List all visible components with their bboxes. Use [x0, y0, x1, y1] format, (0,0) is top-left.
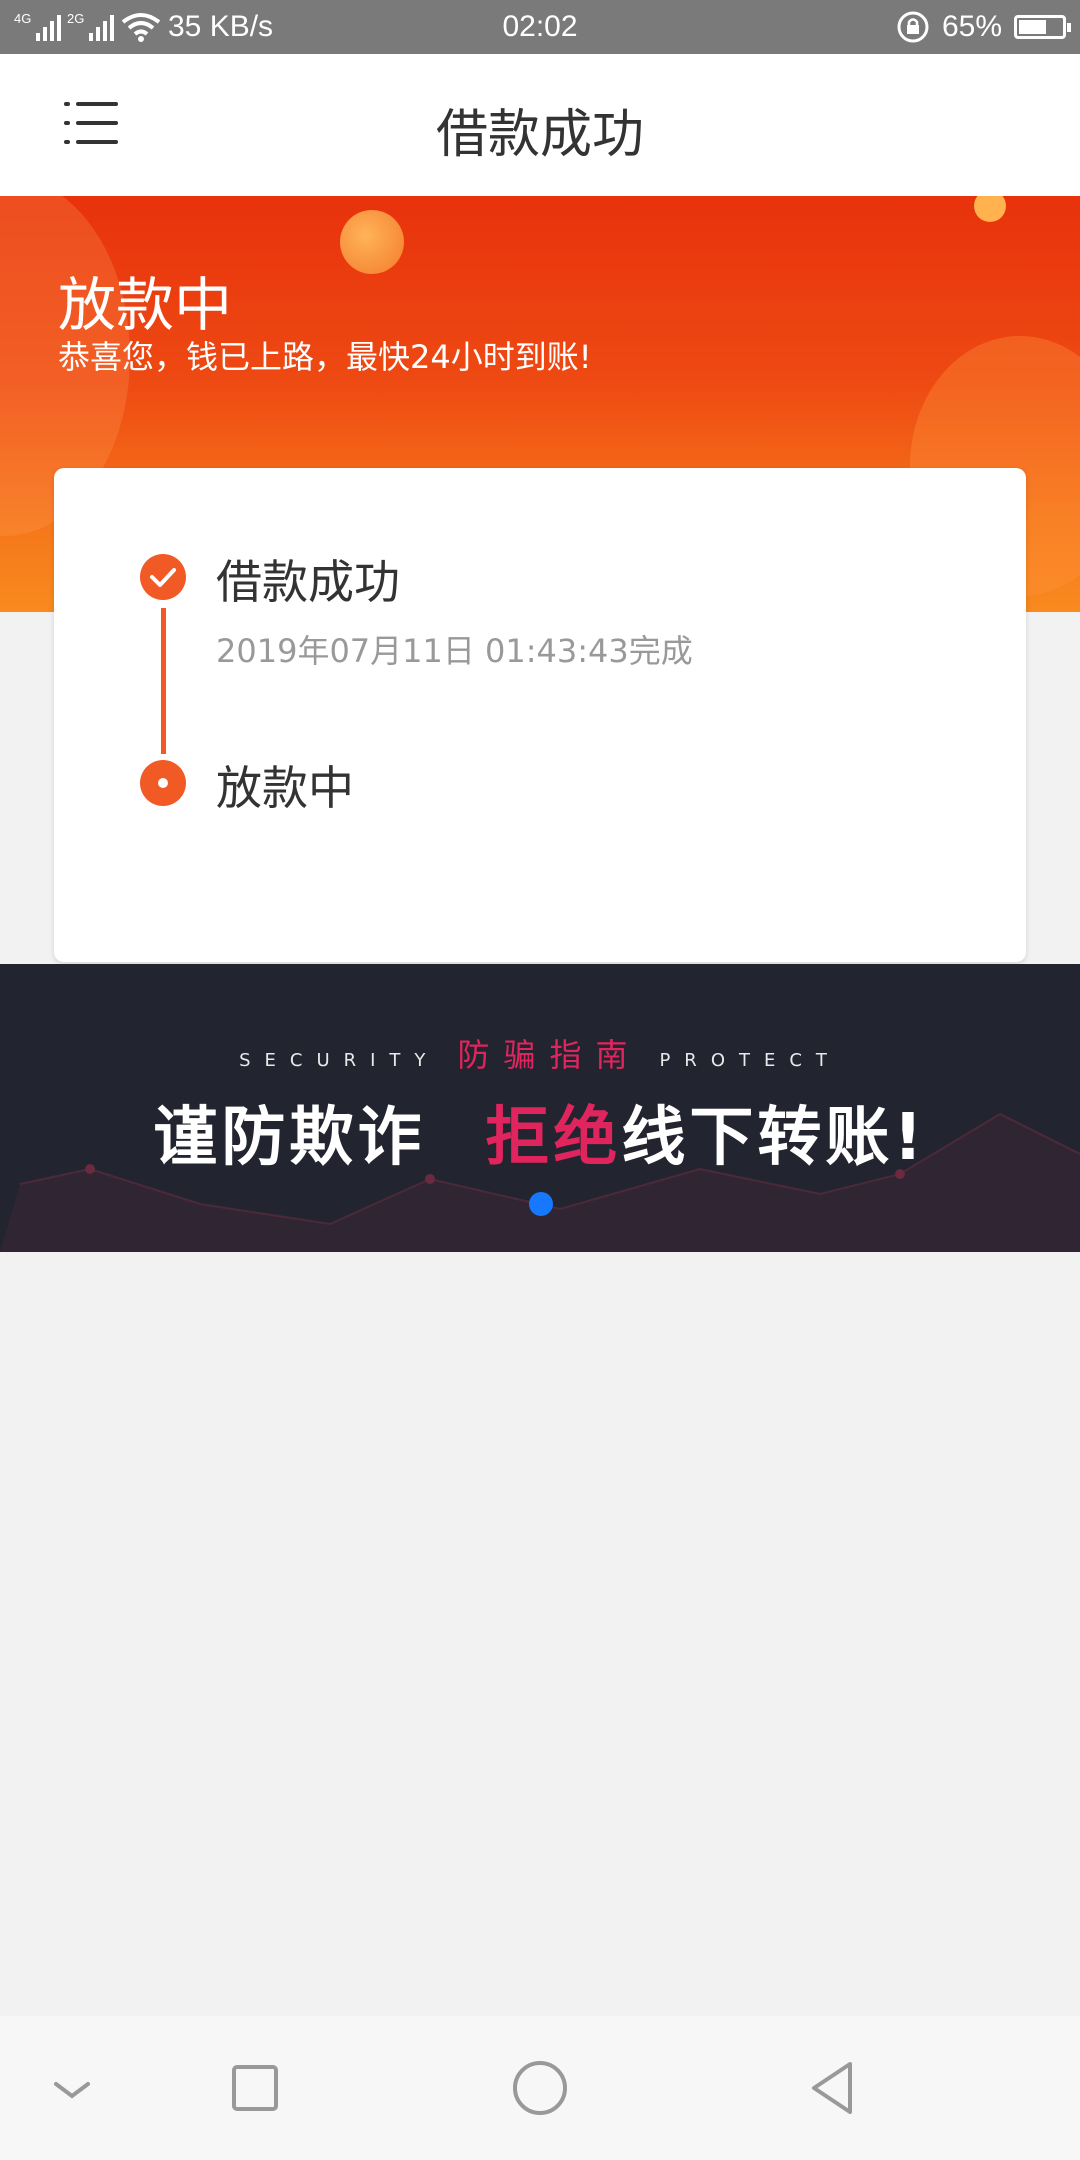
step-title-loan-success: 借款成功 [216, 555, 400, 609]
banner-security-text: SECURITY [239, 1050, 440, 1071]
screen: 4G 2G 35 KB/s 02:02 65% 借款成功 放款中 恭喜您，钱已上… [0, 0, 1080, 2160]
step-current-icon [140, 760, 186, 806]
step-timestamp: 2019年07月11日 01:43:43完成 [216, 632, 693, 670]
banner-headline-part2: 线下转账! [621, 1101, 927, 1175]
banner-protect-text: PROTECT [659, 1050, 841, 1071]
banner-tagline: SECURITY 防骗指南 PROTECT [0, 1030, 1080, 1076]
security-guide-banner[interactable]: SECURITY 防骗指南 PROTECT 谨防欺诈 拒绝线下转账! [0, 964, 1080, 1252]
battery-icon [1014, 15, 1071, 39]
home-icon[interactable] [504, 2052, 576, 2124]
banner-headline-red: 拒绝 [485, 1101, 622, 1175]
chevron-down-icon[interactable] [36, 2052, 108, 2124]
decor-bubble [974, 196, 1006, 222]
hero-subtitle: 恭喜您，钱已上路，最快24小时到账! [58, 338, 592, 376]
banner-headline-part1: 谨防欺诈 [153, 1101, 426, 1175]
app-header: 借款成功 [0, 54, 1080, 196]
decor-bubble [340, 210, 404, 274]
battery-percent: 65% [941, 10, 1002, 43]
step-connector [161, 608, 166, 754]
recent-apps-icon[interactable] [219, 2052, 291, 2124]
banner-headline: 谨防欺诈 拒绝线下转账! [0, 1086, 1080, 1178]
status-right: 65% [896, 10, 1071, 44]
carousel-indicator-dot[interactable] [529, 1192, 553, 1216]
progress-card: 借款成功 2019年07月11日 01:43:43完成 放款中 [54, 468, 1026, 962]
back-icon[interactable] [796, 2052, 868, 2124]
step-title-disbursing: 放款中 [216, 761, 354, 815]
battery-fill [1019, 20, 1047, 34]
step-complete-icon [140, 554, 186, 600]
system-nav-bar [0, 2016, 1080, 2160]
hero-title: 放款中 [58, 271, 233, 339]
status-bar: 4G 2G 35 KB/s 02:02 65% [0, 0, 1080, 54]
page-title: 借款成功 [435, 105, 644, 165]
banner-guide-text: 防骗指南 [457, 1036, 642, 1074]
rotation-lock-icon [897, 11, 929, 43]
